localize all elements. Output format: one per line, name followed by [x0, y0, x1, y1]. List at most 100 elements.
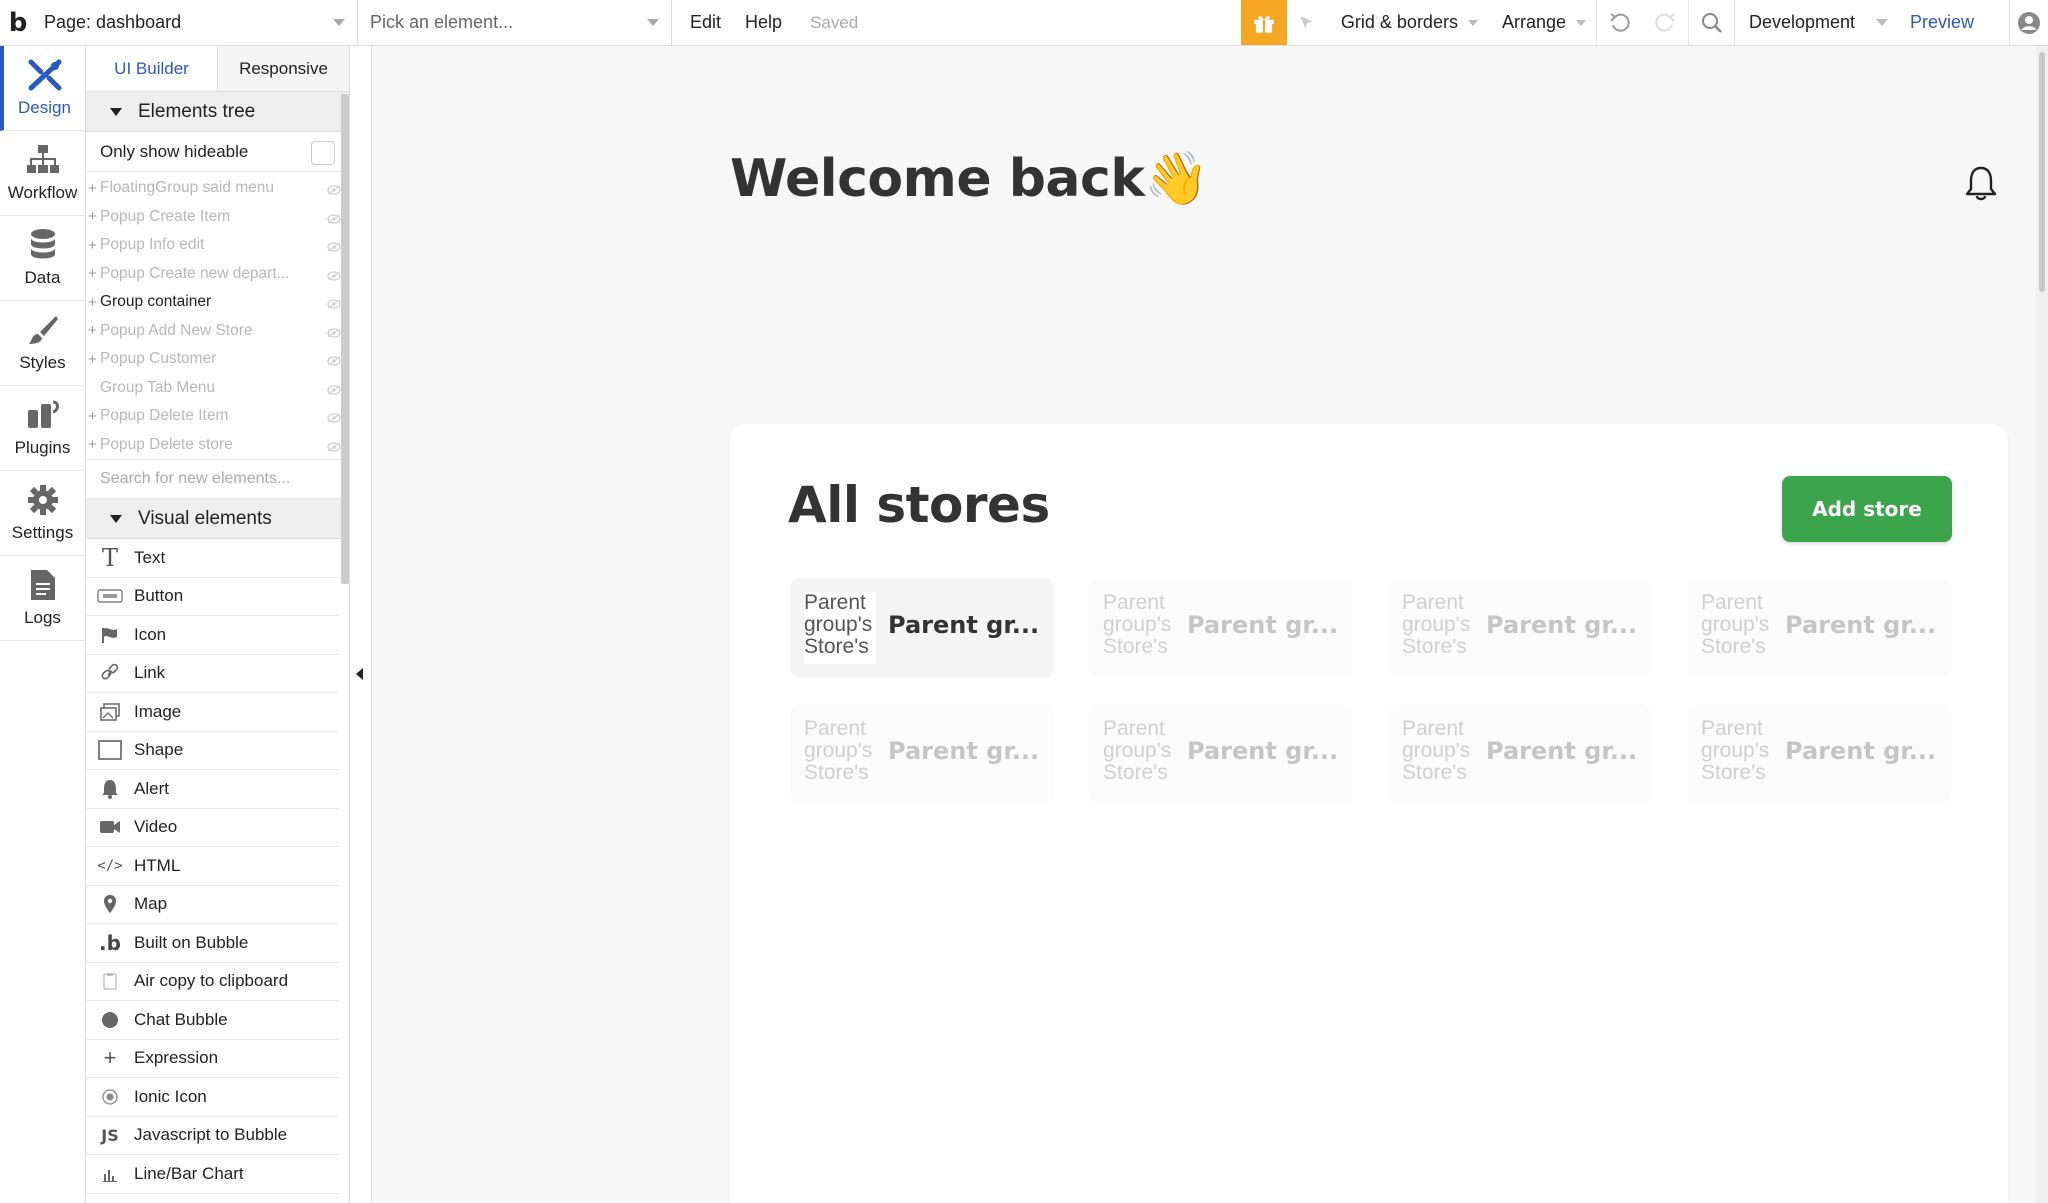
visual-element-item[interactable]: Alert	[86, 770, 339, 809]
notification-bell[interactable]	[1964, 164, 1998, 207]
eye-hidden-icon[interactable]	[327, 382, 341, 400]
eye-hidden-icon[interactable]	[327, 211, 341, 229]
expand-plus-icon[interactable]: +	[88, 208, 100, 225]
visual-element-item[interactable]: .b Built on Bubble	[86, 924, 339, 963]
tree-item[interactable]: + Popup Customer	[86, 345, 349, 374]
grid-borders-menu[interactable]: Grid & borders	[1327, 0, 1488, 45]
eye-hidden-icon[interactable]	[327, 239, 341, 257]
expand-plus-icon[interactable]: +	[88, 237, 100, 254]
tree-item[interactable]: Group Tab Menu	[86, 374, 349, 403]
account-button[interactable]	[2010, 0, 2048, 45]
rail-data[interactable]: Data	[0, 216, 85, 301]
canvas-scroll-thumb[interactable]	[2039, 52, 2045, 292]
expand-plus-icon[interactable]: +	[88, 408, 100, 425]
visual-element-item[interactable]: Icon	[86, 616, 339, 655]
rail-settings[interactable]: Settings	[0, 471, 85, 556]
visual-elements-header[interactable]: Visual elements	[86, 499, 349, 539]
visual-element-item[interactable]: Video	[86, 809, 339, 847]
bubble-logo[interactable]: b	[0, 0, 36, 45]
expand-plus-icon[interactable]: +	[88, 436, 100, 453]
search-elements-input[interactable]: Search for new elements...	[86, 459, 349, 499]
tree-item[interactable]: + FloatingGroup said menu	[86, 174, 349, 203]
tree-item[interactable]: + Popup Info edit	[86, 231, 349, 260]
tree-item[interactable]: + Popup Delete Item	[86, 402, 349, 431]
tree-item[interactable]: + Popup Create Item	[86, 203, 349, 232]
redo-button[interactable]	[1642, 0, 1688, 45]
visual-element-item[interactable]: </> HTML	[86, 847, 339, 886]
saved-status: Saved	[810, 12, 859, 32]
visual-element-item[interactable]: + Expression	[86, 1040, 339, 1078]
brush-icon	[28, 316, 58, 344]
store-card[interactable]: Parent group's Store's Parent gr...	[790, 578, 1054, 678]
expand-plus-icon[interactable]: +	[88, 294, 100, 311]
eye-hidden-icon[interactable]	[327, 353, 341, 371]
expand-plus-icon[interactable]: +	[88, 265, 100, 282]
visual-element-item[interactable]: Map	[86, 886, 339, 924]
visual-element-item[interactable]: Link	[86, 655, 339, 693]
store-card[interactable]: Parent group's Store's Parent gr...	[1089, 578, 1353, 678]
only-show-hideable-checkbox[interactable]	[311, 141, 335, 165]
help-menu[interactable]: Help	[739, 0, 800, 45]
eye-hidden-icon[interactable]	[327, 296, 341, 314]
arrange-menu[interactable]: Arrange	[1488, 0, 1596, 45]
rail-label: Design	[18, 98, 71, 117]
expand-plus-icon[interactable]: +	[88, 180, 100, 197]
store-card[interactable]: Parent group's Store's Parent gr...	[1687, 578, 1951, 678]
expand-plus-icon[interactable]: +	[88, 322, 100, 339]
eye-hidden-icon[interactable]	[327, 439, 341, 457]
visual-elements-label: Visual elements	[138, 507, 272, 529]
tab-responsive[interactable]: Responsive	[218, 46, 349, 91]
visual-element-item[interactable]: JS Javascript to Bubble	[86, 1117, 339, 1155]
environment-selector[interactable]: Development	[1734, 0, 1902, 45]
store-card[interactable]: Parent group's Store's Parent gr...	[1089, 704, 1353, 804]
tree-item[interactable]: + Popup Add New Store	[86, 317, 349, 346]
panel-collapse-strip[interactable]	[350, 46, 372, 1203]
tree-item-label: Popup Add New Store	[100, 321, 253, 339]
edit-menu[interactable]: Edit	[672, 0, 739, 45]
page-selector[interactable]: Page: dashboard	[36, 0, 358, 45]
rail-design[interactable]: Design	[0, 46, 85, 131]
tree-item[interactable]: + Group container	[86, 288, 349, 317]
chevron-down-icon	[647, 19, 659, 26]
store-card[interactable]: Parent group's Store's Parent gr...	[790, 704, 1054, 804]
undo-button[interactable]	[1596, 0, 1642, 45]
canvas-scrollbar[interactable]	[2036, 46, 2048, 1203]
eye-hidden-icon[interactable]	[327, 410, 341, 428]
tree-item[interactable]: + Popup Delete store	[86, 431, 349, 460]
add-store-button[interactable]: Add store	[1782, 476, 1952, 542]
visual-element-item[interactable]: Ionic Icon	[86, 1078, 339, 1117]
store-name: Parent gr...	[1187, 611, 1339, 639]
store-card[interactable]: Parent group's Store's Parent gr...	[1388, 704, 1652, 804]
visual-element-item[interactable]: Line/Bar Chart	[86, 1155, 339, 1194]
tree-item[interactable]: + Popup Create new depart...	[86, 260, 349, 289]
visual-element-item[interactable]: Image	[86, 693, 339, 732]
expand-plus-icon[interactable]: +	[88, 351, 100, 368]
eye-hidden-icon[interactable]	[327, 268, 341, 286]
gift-button[interactable]	[1240, 0, 1287, 45]
select-tool-button[interactable]	[1287, 0, 1327, 45]
tree-item-label: Popup Create Item	[100, 207, 231, 225]
elements-tree-header[interactable]: Elements tree	[86, 92, 349, 132]
preview-button[interactable]: Preview	[1902, 0, 2010, 45]
tab-ui-builder[interactable]: UI Builder	[86, 46, 218, 91]
arrange-label: Arrange	[1501, 12, 1566, 32]
eye-hidden-icon[interactable]	[327, 182, 341, 200]
visual-element-item[interactable]: T Text	[86, 539, 339, 578]
rail-styles[interactable]: Styles	[0, 301, 85, 386]
visual-element-item[interactable]: Chat Bubble	[86, 1001, 339, 1040]
rail-plugins[interactable]: Plugins	[0, 386, 85, 471]
eye-hidden-icon[interactable]	[327, 325, 341, 343]
search-button[interactable]	[1688, 0, 1734, 45]
visual-element-item[interactable]: Air copy to clipboard	[86, 963, 339, 1001]
visual-element-item[interactable]: Shape	[86, 732, 339, 770]
rail-logs[interactable]: Logs	[0, 556, 85, 641]
element-picker[interactable]: Pick an element...	[358, 0, 672, 45]
map-pin-icon	[86, 894, 134, 914]
store-card[interactable]: Parent group's Store's Parent gr...	[1687, 704, 1951, 804]
collapse-arrow-icon	[356, 668, 363, 680]
rail-workflow[interactable]: Workflow	[0, 131, 85, 216]
visual-element-item[interactable]: Button	[86, 578, 339, 616]
panel-scrollbar[interactable]	[341, 94, 349, 584]
store-card[interactable]: Parent group's Store's Parent gr...	[1388, 578, 1652, 678]
